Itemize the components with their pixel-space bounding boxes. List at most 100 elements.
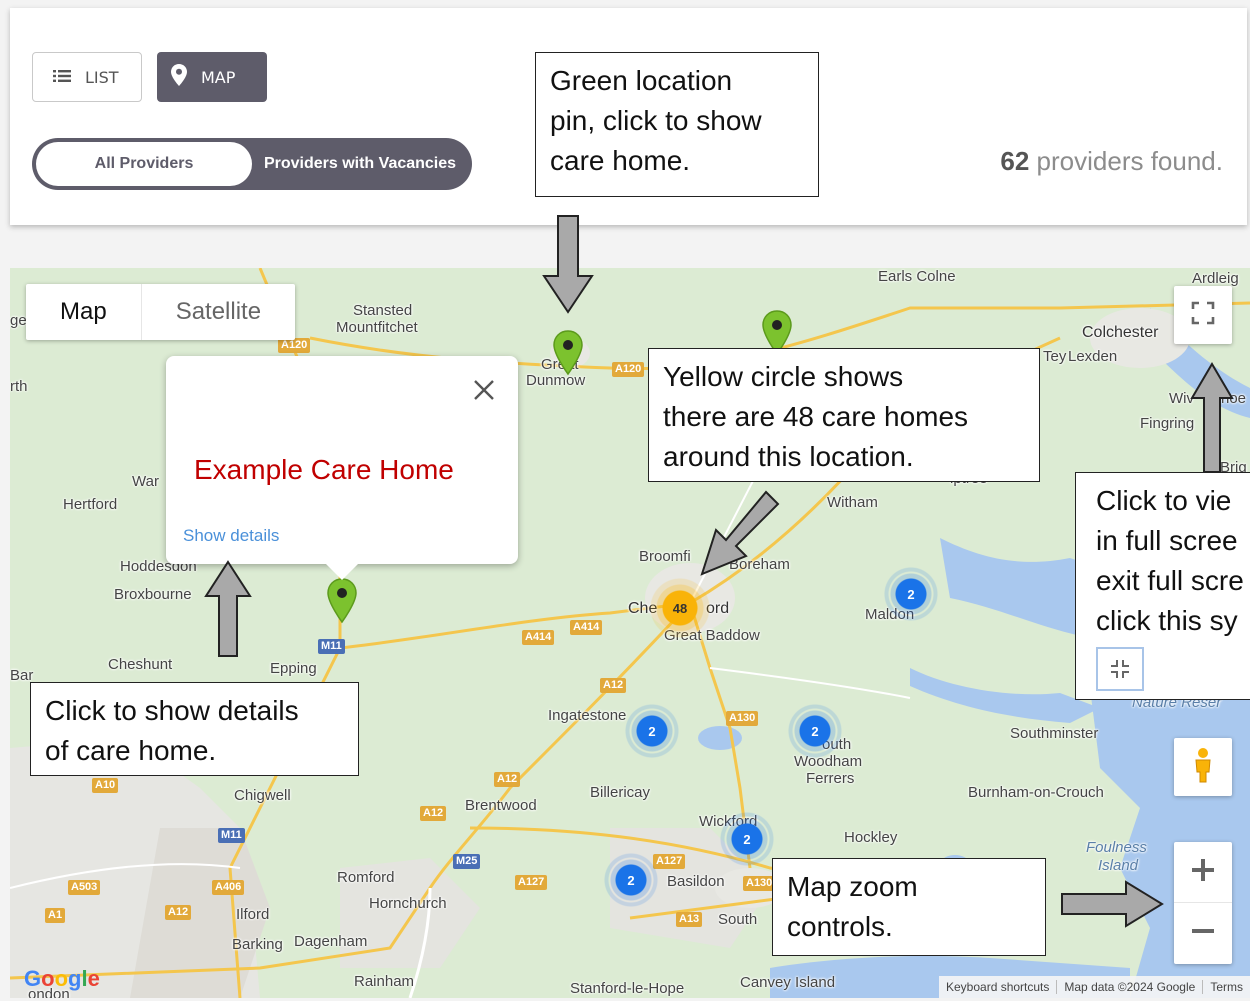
map-view-button[interactable]: MAP [157,52,267,102]
road-a12-d: A12 [165,905,192,920]
cluster-marker-48[interactable]: 48 [650,578,710,638]
zoom-out-button[interactable] [1174,903,1232,963]
place-ilford: Ilford [236,906,270,923]
road-a127-b: A127 [515,875,548,890]
place-basildon: Basildon [667,873,725,890]
annotation-cluster-line: there are 48 care homes [663,401,969,432]
annotation-pin-line: care home. [550,145,691,176]
place-ware: War [132,473,159,490]
map-type-satellite-button[interactable]: Satellite [140,284,295,340]
place-barking: Barking [232,936,283,953]
arrow-up-icon [204,560,252,657]
place-rainham: Rainham [354,973,415,990]
map-view-label: MAP [201,67,236,87]
arrow-right-icon [1061,880,1164,928]
arrow-up-icon [1190,362,1234,473]
zoom-control [1174,842,1232,964]
place-ge: ge [10,312,27,329]
place-hertford: Hertford [63,496,118,513]
road-a130-b: A130 [743,876,776,891]
fullscreen-button[interactable] [1174,286,1232,344]
arrow-diagonal-icon [700,490,780,576]
road-a503: A503 [68,880,101,895]
place-dagenham: Dagenham [294,933,368,950]
list-icon [53,68,71,87]
cluster-count: 2 [743,831,751,847]
place-ardleigh: Ardleig [1192,270,1239,287]
road-a414-b: A414 [570,620,603,635]
google-logo: Google [24,966,100,991]
annotation-fullscreen-line: in full scree [1096,525,1238,556]
street-view-pegman[interactable] [1174,738,1232,796]
cluster-marker-maldon[interactable]: 2 [881,564,941,624]
place-colchester: Colchester [1082,324,1159,341]
results-count-suffix: providers found. [1029,146,1223,176]
place-rth: rth [10,378,28,395]
place-chigwell: Chigwell [234,787,291,804]
minus-icon [1190,918,1216,949]
zoom-in-button[interactable] [1174,843,1232,903]
care-home-info-window: Example Care Home Show details [166,356,518,580]
cluster-count: 48 [672,600,688,616]
cluster-marker-basildon[interactable]: 2 [601,850,661,910]
road-a13: A13 [676,912,703,927]
place-south: South [718,911,758,928]
place-foulness-1: Foulness [1086,839,1147,856]
road-m11-south: M11 [218,828,245,843]
place-billericay: Billericay [590,784,651,801]
road-a406: A406 [212,880,245,895]
annotation-fullscreen: Click to vie in full scree exit full scr… [1075,472,1250,700]
close-icon[interactable] [470,376,498,404]
annotation-pin: Green location pin, click to show care h… [535,52,819,197]
map-type-map-button[interactable]: Map [26,284,141,340]
map-type-control: Map Satellite [26,284,296,340]
annotation-pin-line: pin, click to show [550,105,762,136]
exit-fullscreen-icon [1096,647,1144,691]
annotation-details-line: of care home. [45,735,217,766]
fullscreen-icon [1191,301,1215,330]
annotation-fullscreen-line: click this sy [1096,605,1238,636]
place-stanford: Stanford-le-Hope [570,980,685,997]
place-stansted: Stansted [353,302,413,319]
annotation-zoom: Map zoom controls. [772,858,1046,956]
place-canvey: Canvey Island [740,974,836,991]
cluster-marker-wickford[interactable]: 2 [717,809,777,869]
list-view-label: LIST [85,67,119,87]
map-data-credit: Map data ©2024 Google [1056,980,1202,994]
terms-link[interactable]: Terms [1202,980,1250,994]
provider-filter-toggle[interactable]: All Providers Providers with Vacancies [32,138,472,190]
place-foulness-2: Island [1098,857,1139,874]
cluster-marker-south-woodham[interactable]: 2 [785,701,845,761]
care-home-pin-selected[interactable] [327,578,357,624]
results-count: 62 providers found. [1000,146,1223,177]
place-epping: Epping [270,660,317,677]
annotation-cluster-line: around this location. [663,441,914,472]
results-count-number: 62 [1000,146,1030,176]
place-broxbourne: Broxbourne [114,586,192,603]
place-mountfitchet: Mountfitchet [336,319,418,336]
plus-icon [1190,857,1216,888]
all-providers-option[interactable]: All Providers [36,142,252,186]
keyboard-shortcuts-link[interactable]: Keyboard shortcuts [939,980,1056,994]
place-ingatestone: Ingatestone [548,707,627,724]
cluster-count: 2 [907,586,915,602]
place-witham: Witham [827,494,878,511]
road-m25: M25 [453,854,481,869]
cluster-marker-ingatestone[interactable]: 2 [622,701,682,761]
place-fingringhoe: Fingring [1140,415,1195,432]
cluster-count: 2 [627,872,635,888]
place-tey: Tey [1043,348,1067,365]
annotation-zoom-line: controls. [787,911,893,942]
road-a12-b: A12 [494,772,521,787]
map-attribution: Keyboard shortcuts Map data ©2024 Google… [939,976,1250,998]
place-earls-colne: Earls Colne [878,268,956,285]
road-a414-a: A414 [522,630,555,645]
show-details-link[interactable]: Show details [183,526,279,546]
annotation-details-line: Click to show details [45,695,299,726]
annotation-pin-line: Green location [550,65,733,96]
care-home-pin-dunmow[interactable] [553,330,583,376]
list-view-button[interactable]: LIST [32,52,142,102]
road-a12-c: A12 [420,806,447,821]
vacancies-option[interactable]: Providers with Vacancies [252,142,468,186]
annotation-fullscreen-line: exit full scre [1096,565,1244,596]
